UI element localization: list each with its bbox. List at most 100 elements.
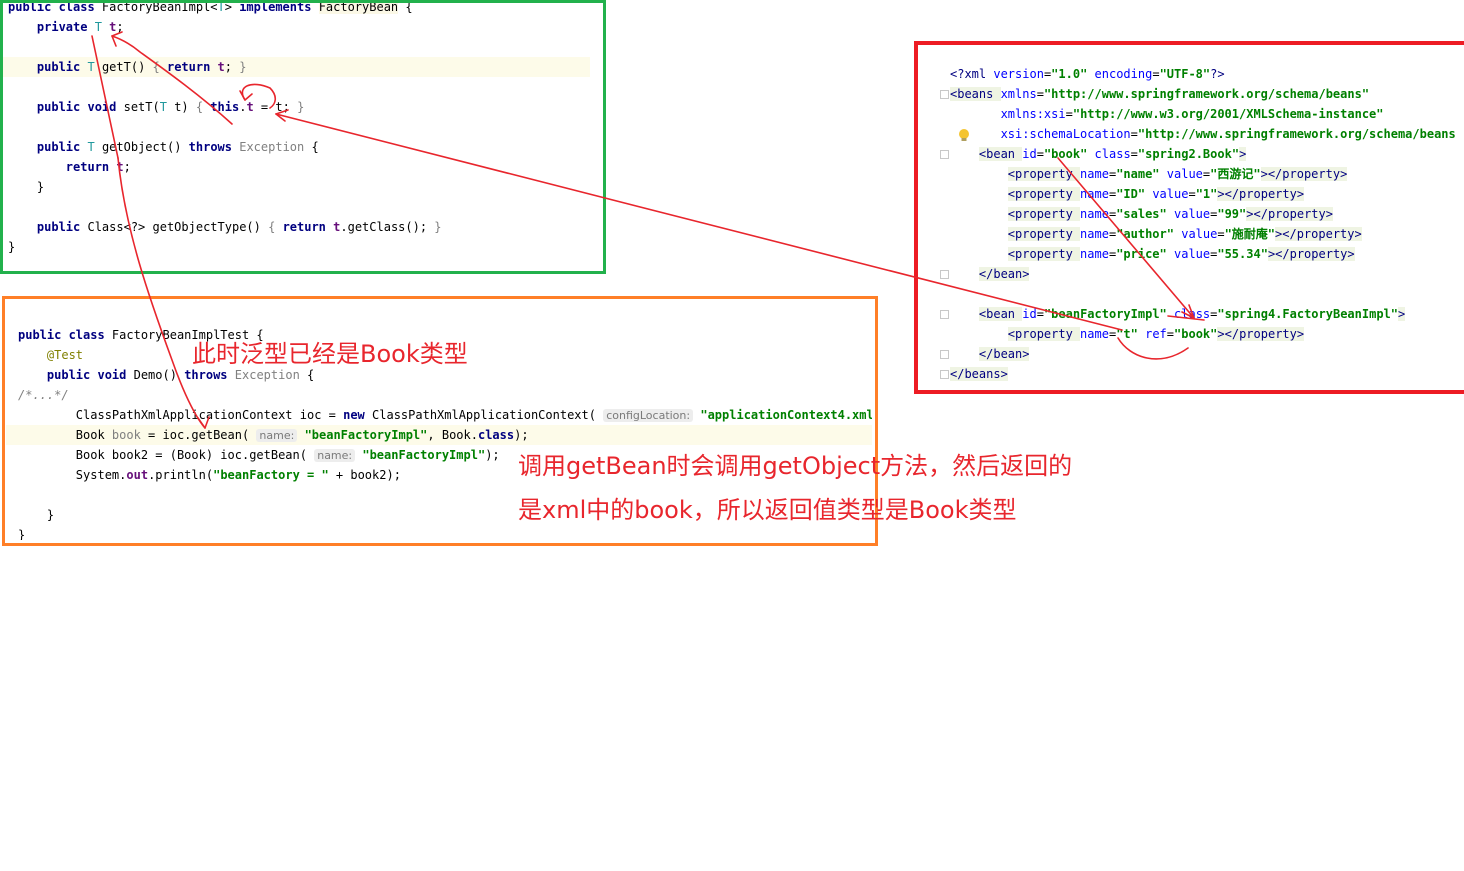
fold-marker-icon[interactable] [940, 310, 949, 319]
code-token: = [1188, 187, 1196, 201]
test-class-line: Book book = ioc.getBean( name: "beanFact… [18, 425, 872, 445]
code-token: Demo() [133, 368, 185, 382]
code-token: name [1080, 167, 1109, 181]
xml-config-line: <property name="t" ref="book"></property… [950, 324, 1464, 344]
code-token: "beanFactoryImpl" [362, 448, 486, 462]
code-token: FactoryBeanImpl< [101, 0, 218, 14]
impl-class-line: } [8, 237, 604, 257]
code-token: ></property> [1275, 227, 1362, 241]
code-token: "applicationContext4.xml" [700, 408, 872, 422]
code-token: T [87, 60, 95, 74]
impl-class-line: public T getObject() throws Exception { [8, 137, 604, 157]
code-token: book [111, 428, 141, 442]
code-token: "UTF-8" [1159, 67, 1211, 81]
code-token: public void [46, 368, 134, 382]
code-token: t [116, 160, 124, 174]
code-token: ; [123, 160, 131, 174]
code-token: version [993, 67, 1044, 81]
code-token: ref [1145, 327, 1167, 341]
code-token: class [477, 428, 515, 442]
impl-class-line: private T t; [8, 17, 604, 37]
code-token: ; [224, 60, 240, 74]
code-token: public [36, 220, 88, 234]
code-token: </bean> [978, 347, 1030, 361]
code-token: <property [1007, 167, 1081, 181]
code-token: name: [314, 449, 356, 462]
impl-class-line [8, 197, 604, 217]
factory-bean-impl-code: public class FactoryBeanImpl<T> implemen… [0, 0, 604, 272]
code-token: "55.34" [1217, 247, 1268, 261]
fold-marker-icon[interactable] [940, 350, 949, 359]
test-class-line: } [18, 525, 872, 540]
code-token: implements [239, 0, 319, 14]
fold-marker-icon[interactable] [940, 90, 949, 99]
fold-marker-icon[interactable] [940, 370, 949, 379]
code-token: value [1174, 247, 1211, 261]
xml-config-line: <property name="author" value="施耐庵"></pr… [950, 224, 1464, 244]
code-token: "book" [1043, 147, 1088, 161]
code-token: @Test [46, 348, 84, 362]
code-token: ></property> [1246, 207, 1333, 221]
fold-marker-icon[interactable] [940, 150, 949, 159]
code-token: xsi:schemaLocation [1000, 127, 1131, 141]
impl-class-line: public class FactoryBeanImpl<T> implemen… [8, 0, 604, 17]
code-token: <bean [978, 307, 1023, 321]
xml-config-line: </bean> [950, 264, 1464, 284]
code-token: = [1036, 147, 1044, 161]
code-token: } [18, 528, 26, 540]
code-token: <property [1007, 207, 1081, 221]
code-token: = [1036, 87, 1044, 101]
code-token: T [87, 140, 95, 154]
code-token: ></property> [1267, 247, 1355, 261]
code-token: "author" [1116, 227, 1174, 241]
code-token: encoding [1094, 67, 1153, 81]
code-token: xml [964, 67, 994, 81]
code-token: { [304, 140, 319, 154]
code-token: FactoryBean [318, 0, 399, 14]
test-class-line: ClassPathXmlApplicationContext ioc = new… [18, 405, 872, 425]
code-token: "beanFactoryImpl" [1043, 307, 1167, 321]
code-token: getObject() [94, 140, 189, 154]
code-token: name: [256, 429, 298, 442]
code-token: Exception [239, 140, 305, 154]
code-token: = [1166, 327, 1175, 341]
code-token: public [36, 140, 88, 154]
xml-config-line: <property name="name" value="西游记"></prop… [950, 164, 1464, 184]
code-token: T [159, 100, 167, 114]
code-token: "http://www.w3.org/2001/XMLSchema-instan… [1072, 107, 1384, 121]
code-token: "beanFactoryImpl" [304, 428, 428, 442]
impl-class-line: public T getT() { return t; } [8, 57, 604, 77]
xml-config-code: <?xml version="1.0" encoding="UTF-8"?> <b… [918, 46, 1464, 390]
code-token: throws [188, 140, 240, 154]
impl-class-line: public void setT(T t) { this.t = t; } [8, 97, 604, 117]
code-token: "ID" [1116, 187, 1146, 201]
code-token: <? [950, 67, 965, 81]
xml-config-line: </beans> [950, 364, 1464, 384]
code-token: = [1036, 307, 1044, 321]
code-token: > [1398, 307, 1406, 321]
code-token: "1.0" [1051, 67, 1088, 81]
code-token: out [126, 468, 149, 482]
code-token: T [217, 0, 225, 14]
code-token: } [297, 100, 305, 114]
code-token: <property [1007, 327, 1081, 341]
code-token: public [36, 60, 88, 74]
code-token: ; [116, 20, 124, 34]
code-token: ></property> [1260, 167, 1348, 181]
fold-marker-icon[interactable] [940, 270, 949, 279]
code-token: t [217, 60, 225, 74]
code-token: = [1217, 227, 1225, 241]
code-token: value [1174, 207, 1211, 221]
code-token: > [224, 0, 240, 14]
code-token: = t; [253, 100, 298, 114]
xml-config-line: <bean id="beanFactoryImpl" class="spring… [950, 304, 1464, 324]
code-token: "name" [1116, 167, 1160, 181]
code-token: = [1065, 107, 1073, 121]
code-token: public class [18, 328, 112, 342]
